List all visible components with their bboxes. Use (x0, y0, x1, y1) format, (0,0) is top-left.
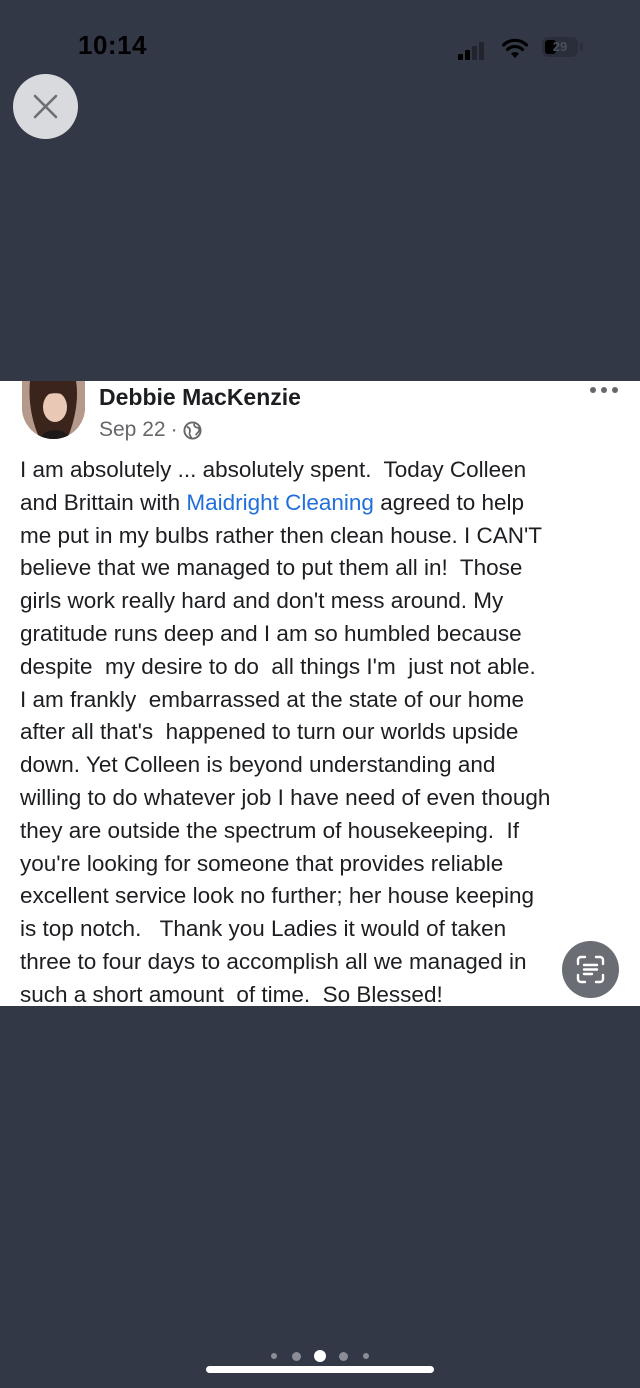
author-name[interactable]: Debbie MacKenzie (99, 384, 301, 411)
post-line: girls work really hard and don't mess ar… (20, 588, 504, 614)
page-dot-active (314, 1350, 326, 1362)
post-line: excellent service look no further; her h… (20, 883, 535, 909)
post-line: willing to do whatever job I have need o… (20, 784, 551, 810)
home-indicator[interactable] (206, 1366, 434, 1373)
post-line: they are outside the spectrum of houseke… (20, 817, 520, 843)
post-line: three to four days to accomplish all we … (20, 948, 527, 974)
text-scan-icon (576, 955, 605, 984)
avatar[interactable] (22, 381, 85, 439)
post-line: I am absolutely ... absolutely spent. To… (20, 457, 527, 482)
status-bar: 10:14 29 (0, 0, 640, 90)
wifi-icon (501, 38, 529, 58)
page-dot (363, 1353, 369, 1359)
post-line: I am frankly embarrassed at the state of… (20, 686, 524, 712)
globe-icon (183, 420, 202, 440)
post-meta: Sep 22 · (99, 418, 202, 442)
post-line: you're looking for someone that provides… (20, 850, 504, 876)
battery-icon: 29 (542, 37, 578, 57)
page-dot (271, 1353, 277, 1359)
post-date[interactable]: Sep 22 (99, 418, 166, 442)
post-line: and Brittain with (20, 489, 187, 515)
meta-separator: · (170, 418, 178, 441)
live-text-button[interactable] (562, 941, 619, 998)
post-line: is top notch. Thank you Ladies it would … (20, 916, 507, 942)
post-line: despite my desire to do all things I'm j… (20, 653, 536, 679)
battery-cap (580, 43, 583, 51)
post-line: down. Yet Colleen is beyond understandin… (20, 752, 496, 778)
post-line: agreed to help (373, 489, 525, 515)
post-line: after all that's happened to turn our wo… (20, 719, 519, 745)
post-line: me put in my bulbs rather then clean hou… (20, 522, 543, 548)
post-text: I am absolutely ... absolutely spent. To… (20, 454, 630, 1006)
battery-level: 29 (552, 39, 568, 54)
page-dot (339, 1352, 348, 1361)
more-options-icon[interactable] (590, 385, 620, 395)
close-button[interactable] (13, 74, 78, 139)
maidright-cleaning-link[interactable]: Maidright Cleaning (186, 490, 374, 515)
close-icon (33, 94, 58, 119)
cellular-signal-icon (456, 38, 492, 60)
status-time: 10:14 (78, 30, 147, 60)
post-card: Debbie MacKenzie Sep 22 · I am absolutel… (0, 381, 640, 1006)
page-dot (292, 1352, 301, 1361)
post-line: gratitude runs deep and I am so humbled … (20, 620, 522, 646)
post-line: believe that we managed to put them all … (20, 555, 523, 581)
post-line: such a short amount of time. So Blessed! (20, 981, 443, 1006)
page-indicator[interactable] (0, 1350, 640, 1362)
